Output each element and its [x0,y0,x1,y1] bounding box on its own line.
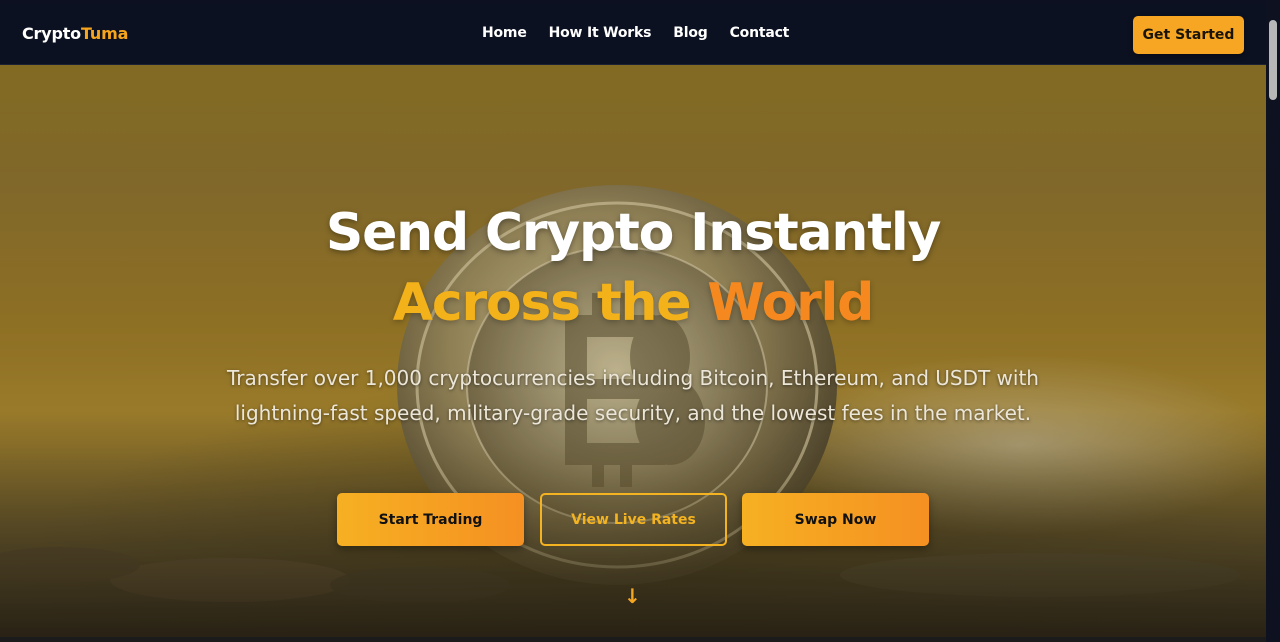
hero-title-line-1: Send Crypto Instantly [325,203,942,263]
navbar: CryptoTuma Home How It Works Blog Contac… [0,4,1266,65]
nav-link-blog[interactable]: Blog [673,25,708,41]
view-live-rates-button[interactable]: View Live Rates [540,493,727,546]
brand-logo[interactable]: CryptoTuma [22,24,128,43]
brand-part-1: Crypto [22,24,81,43]
hero-title-line-2: Across the World [0,273,1266,333]
scrollbar-thumb[interactable] [1269,20,1277,100]
get-started-button[interactable]: Get Started [1133,16,1244,54]
scrollbar[interactable] [1266,0,1280,642]
hero-section: Send Crypto Instantly Across the World T… [0,65,1266,642]
bottom-strip [0,637,1266,642]
hero-subtitle: Transfer over 1,000 cryptocurrencies inc… [226,366,1039,425]
hero-title-highlight-b: World [707,273,874,333]
scroll-down-arrow-icon[interactable]: ↓ [624,584,641,608]
hero-overlay [0,65,1266,642]
page: CryptoTuma Home How It Works Blog Contac… [0,0,1280,642]
swap-now-button[interactable]: Swap Now [742,493,929,546]
nav-link-home[interactable]: Home [482,25,527,41]
hero-title-highlight-a: Across the [392,273,692,333]
start-trading-button[interactable]: Start Trading [337,493,524,546]
nav-link-how-it-works[interactable]: How It Works [549,25,652,41]
nav-link-contact[interactable]: Contact [730,25,790,41]
nav-links: Home How It Works Blog Contact [482,25,811,41]
brand-part-2: Tuma [80,24,129,43]
